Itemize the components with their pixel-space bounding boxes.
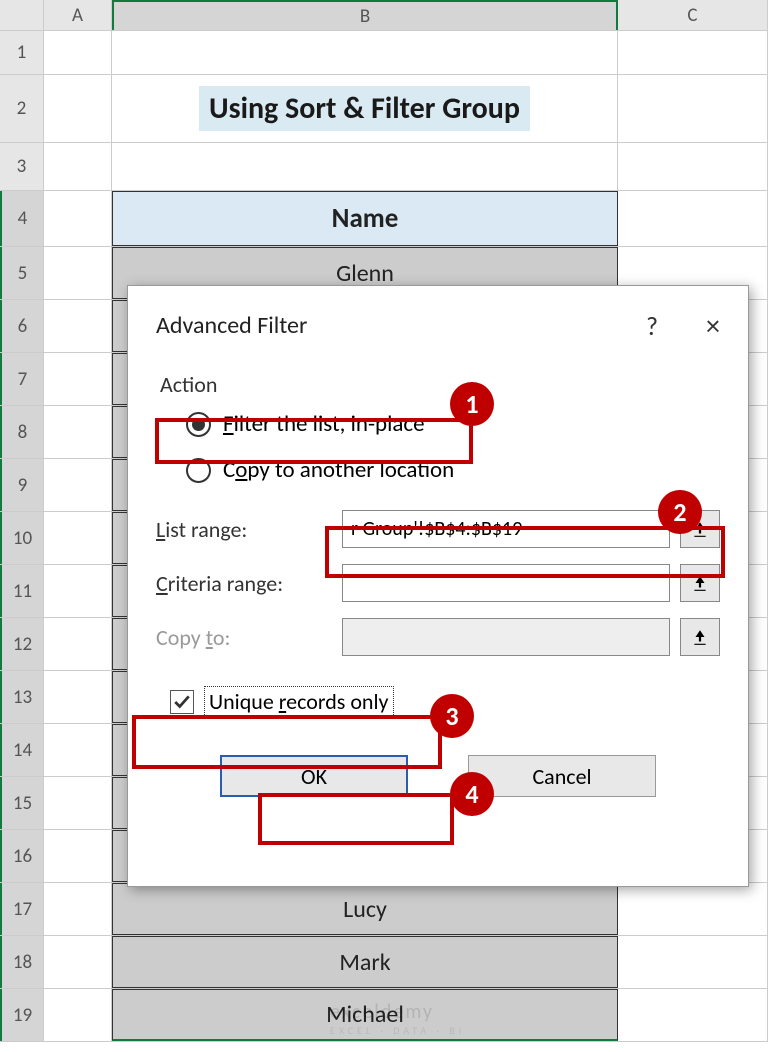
- watermark: exceldemyEXCEL · DATA · BI: [330, 1000, 465, 1037]
- row-header-4[interactable]: 4: [0, 191, 44, 246]
- row-header-5[interactable]: 5: [0, 247, 44, 299]
- collapse-range-button[interactable]: [680, 618, 720, 656]
- column-header-B[interactable]: B: [112, 0, 618, 30]
- column-header-C[interactable]: C: [618, 0, 768, 30]
- unique-records-checkbox-row[interactable]: Unique records only: [164, 682, 720, 721]
- list-range-input[interactable]: [342, 510, 670, 548]
- copy-to-row: Copy to:: [156, 618, 720, 656]
- collapse-icon: [691, 574, 709, 592]
- page-title: Using Sort & Filter Group: [197, 84, 532, 133]
- column-header-A[interactable]: A: [44, 0, 112, 30]
- ok-button[interactable]: OK: [220, 755, 408, 797]
- list-range-label: List range:: [156, 516, 332, 543]
- row-17: 17Lucy: [0, 883, 768, 936]
- row-4: 4 Name: [0, 191, 768, 247]
- row-header-1[interactable]: 1: [0, 31, 44, 74]
- radio-label: Copy to another location: [223, 456, 454, 484]
- collapse-icon: [691, 520, 709, 538]
- radio-label: FFilter the list, in-placeilter the list…: [223, 410, 425, 438]
- row-header-3[interactable]: 3: [0, 143, 44, 190]
- copy-to-input: [342, 618, 670, 656]
- radio-icon: [186, 458, 211, 483]
- data-cell[interactable]: Lucy: [112, 883, 618, 935]
- copy-to-label: Copy to:: [156, 624, 332, 651]
- select-all-corner[interactable]: [0, 0, 44, 30]
- radio-icon: [186, 412, 211, 437]
- criteria-range-row: Criteria range:: [156, 564, 720, 602]
- row-1: 1: [0, 31, 768, 75]
- collapse-range-button[interactable]: [680, 564, 720, 602]
- checkbox-icon: [170, 690, 194, 714]
- collapse-icon: [691, 628, 709, 646]
- cancel-button[interactable]: Cancel: [468, 755, 656, 797]
- advanced-filter-dialog: Advanced Filter ? × Action FFilter the l…: [127, 285, 749, 887]
- row-header-2[interactable]: 2: [0, 75, 44, 142]
- table-header-cell[interactable]: Name: [112, 191, 618, 246]
- data-cell[interactable]: Mark: [112, 936, 618, 988]
- unique-records-label: Unique records only: [204, 686, 394, 717]
- collapse-range-button[interactable]: [680, 510, 720, 548]
- column-headers: A B C: [0, 0, 768, 31]
- row-18: 18Mark: [0, 936, 768, 989]
- criteria-range-input[interactable]: [342, 564, 670, 602]
- help-button[interactable]: ?: [646, 310, 658, 342]
- radio-copy-location[interactable]: Copy to another location: [180, 454, 720, 486]
- row-2: 2 Using Sort & Filter Group: [0, 75, 768, 143]
- radio-filter-in-place[interactable]: FFilter the list, in-placeilter the list…: [180, 408, 720, 440]
- criteria-range-label: Criteria range:: [156, 570, 332, 597]
- dialog-title: Advanced Filter: [156, 311, 307, 340]
- list-range-row: List range:: [156, 510, 720, 548]
- action-group-label: Action: [160, 371, 720, 398]
- close-button[interactable]: ×: [706, 308, 720, 343]
- row-3: 3: [0, 143, 768, 191]
